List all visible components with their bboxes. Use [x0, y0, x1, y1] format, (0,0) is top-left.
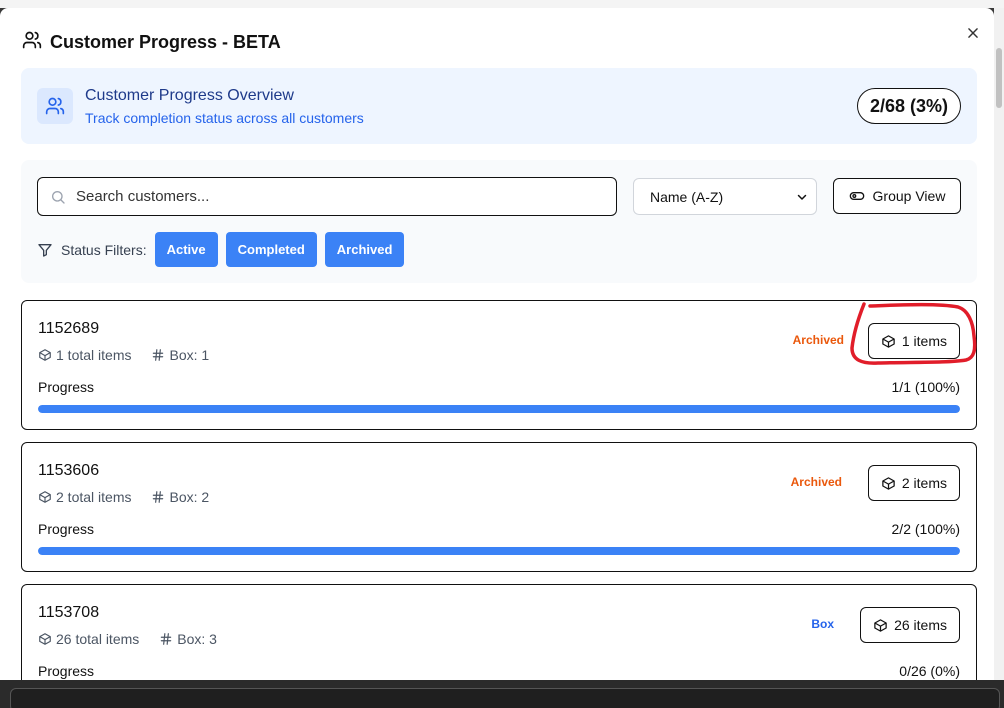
scrollbar-thumb[interactable]	[996, 48, 1002, 108]
status-badge: Archived	[792, 333, 844, 347]
overall-progress-badge: 2/68 (3%)	[856, 88, 961, 124]
modal-title: Customer Progress - BETA	[50, 31, 281, 52]
background-input	[10, 688, 1000, 708]
group-view-button[interactable]: Group View	[833, 178, 961, 214]
search-icon	[52, 190, 65, 204]
hash-icon	[161, 633, 172, 645]
customer-card: 1152689 1 total items Box: 1 Archived 1 …	[21, 300, 977, 430]
users-icon	[45, 97, 65, 115]
overview-subtitle: Track completion status across all custo…	[85, 110, 364, 126]
users-icon	[22, 30, 42, 55]
progress-label: Progress	[38, 521, 95, 537]
close-button[interactable]	[962, 22, 984, 44]
total-items: 2 total items	[56, 489, 132, 505]
customer-id: 1153606	[38, 462, 100, 479]
toggle-icon	[849, 192, 864, 200]
items-button-label: 26 items	[894, 617, 947, 633]
filter-icon	[38, 243, 52, 257]
progress-value: 0/26 (0%)	[899, 663, 960, 679]
box-number: Box: 2	[169, 489, 210, 505]
modal-header: Customer Progress - BETA	[22, 30, 281, 54]
progress-track	[38, 405, 960, 413]
progress-label: Progress	[38, 663, 95, 679]
items-button-label: 2 items	[901, 475, 947, 491]
sort-select-value: Name (A-Z)	[650, 188, 724, 205]
close-icon	[968, 28, 978, 38]
status-filters-row: Status Filters: Active Completed Archive…	[37, 232, 405, 267]
progress-fill	[38, 547, 960, 555]
package-icon	[39, 633, 51, 645]
page-scrollbar[interactable]	[994, 8, 1004, 680]
customer-id: 1152689	[38, 320, 100, 337]
box-number: Box: 1	[169, 347, 210, 363]
progress-label: Progress	[38, 379, 95, 395]
background-app-strip	[0, 0, 1004, 8]
items-button[interactable]: 26 items	[860, 607, 960, 643]
status-badge: Box	[811, 617, 834, 631]
customer-card: 1153606 2 total items Box: 2 Archived 2 …	[21, 442, 977, 572]
customer-meta: 2 total items Box: 2	[38, 489, 209, 505]
progress-value: 2/2 (100%)	[891, 521, 960, 537]
background-bottom-bar	[0, 680, 1004, 708]
status-badge: Archived	[790, 475, 842, 489]
overview-title: Customer Progress Overview	[85, 87, 294, 104]
customer-meta: 26 total items Box: 3	[38, 631, 217, 647]
customer-progress-modal: Customer Progress - BETA Customer Progre…	[0, 8, 994, 680]
package-icon	[39, 491, 51, 503]
package-icon	[882, 476, 895, 490]
package-icon	[882, 334, 895, 348]
hash-icon	[153, 349, 164, 361]
search-input[interactable]	[76, 188, 576, 205]
package-icon	[874, 618, 887, 632]
sort-select[interactable]: Name (A-Z)	[633, 178, 817, 215]
filter-chip-completed[interactable]: Completed	[225, 232, 317, 267]
search-box[interactable]	[37, 177, 617, 216]
filter-chip-archived[interactable]: Archived	[324, 232, 405, 267]
progress-overview-panel: Customer Progress Overview Track complet…	[21, 68, 977, 144]
total-items: 1 total items	[56, 347, 132, 363]
chevron-down-icon	[797, 194, 807, 200]
filter-chip-active[interactable]: Active	[154, 232, 218, 267]
status-filters-label: Status Filters:	[61, 241, 147, 258]
progress-track	[38, 547, 960, 555]
overview-icon-box	[37, 88, 73, 124]
package-icon	[39, 349, 51, 361]
group-view-label: Group View	[872, 188, 946, 204]
total-items: 26 total items	[56, 631, 140, 647]
items-button[interactable]: 2 items	[867, 465, 960, 501]
customer-id: 1153708	[38, 604, 100, 621]
progress-value: 1/1 (100%)	[891, 379, 960, 395]
filters-panel: Name (A-Z) Group View Status Filters: Ac…	[21, 160, 977, 283]
customer-card: 1153708 26 total items Box: 3 Box 26 ite…	[21, 584, 977, 680]
items-button-label: 1 items	[901, 333, 947, 349]
box-number: Box: 3	[177, 631, 217, 647]
progress-fill	[38, 405, 960, 413]
items-button[interactable]: 1 items	[867, 323, 960, 359]
customer-meta: 1 total items Box: 1	[38, 347, 209, 363]
hash-icon	[153, 491, 164, 503]
